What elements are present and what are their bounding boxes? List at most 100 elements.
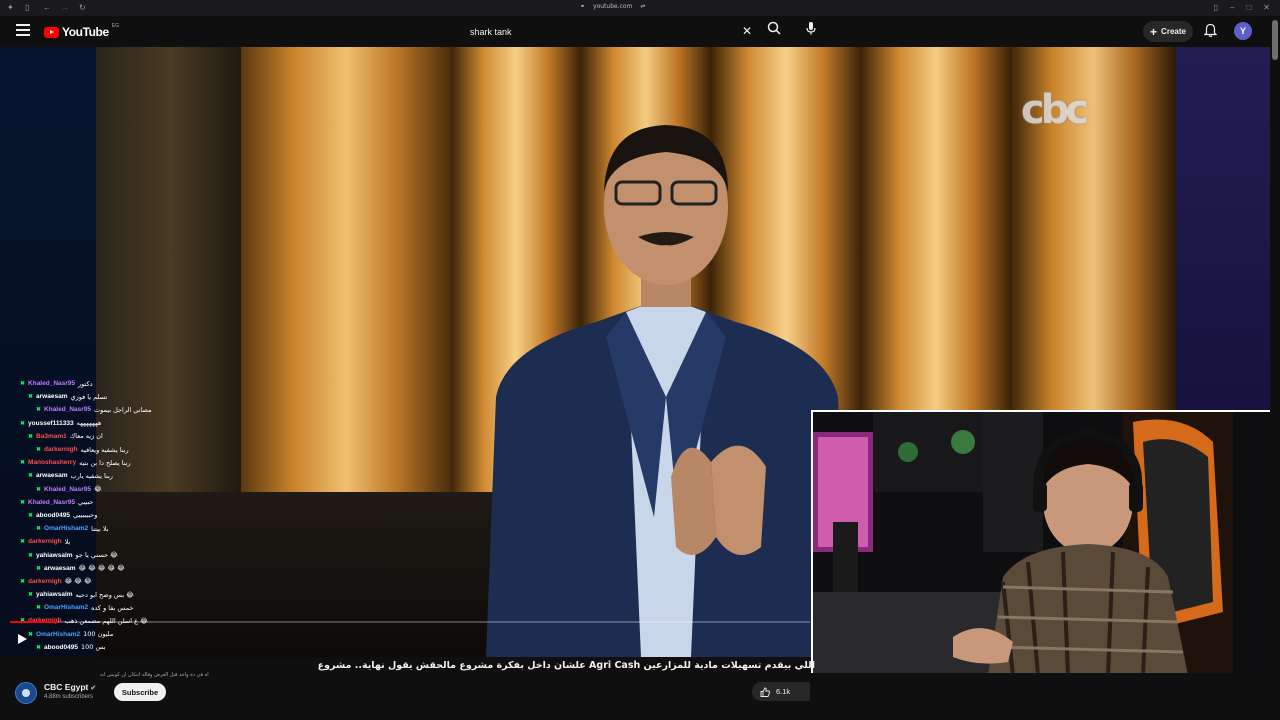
chat-username: yahiawsalm — [36, 551, 73, 559]
moderator-badge-icon: ✖ — [36, 407, 42, 414]
chat-username: OmarHisham2 — [36, 630, 81, 638]
search-input[interactable] — [462, 21, 742, 42]
moderator-badge-icon: ✖ — [36, 644, 42, 651]
moderator-badge-icon: ✖ — [28, 512, 34, 519]
chat-message: ✖ darkernigh 😂 😂 😂 — [20, 575, 240, 588]
chat-message: ✖ OmarHisham2 100 مليون — [20, 628, 240, 641]
chat-text: تسلم يا فوزي — [70, 392, 108, 401]
chat-message: ✖ Khaled_Nasr95 😂 — [20, 483, 240, 496]
chat-username: OmarHisham2 — [44, 604, 89, 612]
right-backdrop — [1176, 47, 1280, 457]
chat-text: ربنا يصلح دا بن بتيه — [79, 458, 131, 467]
moderator-badge-icon: ✖ — [20, 539, 26, 546]
microphone-icon[interactable] — [805, 21, 817, 35]
chat-username: Khaled_Nasr95 — [28, 498, 76, 506]
webcam-scene — [813, 412, 1280, 673]
moderator-badge-icon: ✖ — [20, 420, 26, 427]
chat-message: ✖ OmarHisham2 خمس بقا و كده — [20, 601, 240, 614]
forward-icon[interactable]: → — [61, 4, 69, 12]
chat-text: ربنا يشفيه يارب — [70, 471, 113, 480]
moderator-badge-icon: ✖ — [28, 433, 34, 440]
play-icon[interactable] — [16, 633, 28, 645]
presenter-figure — [486, 125, 851, 657]
chat-text: بلا — [64, 537, 71, 546]
chat-username: yahiawsalm — [36, 591, 73, 599]
chat-username: abood0495 — [44, 643, 78, 651]
address-bar[interactable]: ⚭ youtube.com ⇌ — [580, 3, 645, 10]
chat-username: OmarHisham2 — [44, 525, 89, 533]
extensions-icon[interactable]: ▯ — [1214, 3, 1218, 12]
account-avatar[interactable]: Y — [1234, 22, 1252, 40]
create-button[interactable]: + Create — [1143, 21, 1193, 42]
chat-message: ✖ Manoshasherry ربنا يصلح دا بن بتيه — [20, 456, 240, 469]
sidebar-icon[interactable]: ▯ — [25, 4, 33, 12]
browser-menu-icon[interactable]: ✦ — [7, 4, 15, 12]
clear-search-icon[interactable]: ✕ — [742, 24, 752, 38]
youtube-header: YouTube EG ✕ + Create Y — [0, 16, 1280, 47]
chat-message: ✖ Khaled_Nasr95 مصاتي الراجل بيموت — [20, 403, 240, 416]
chat-message: ✖ darkernigh ربنا يشفيه ويعافيه — [20, 443, 240, 456]
chat-text: وحبيبيييي — [73, 511, 98, 520]
search-icon[interactable] — [767, 21, 781, 35]
chat-username: youssef111333 — [28, 419, 74, 427]
moderator-badge-icon: ✖ — [36, 605, 42, 612]
channel-name[interactable]: CBC Egypt ✔ — [44, 682, 96, 692]
subscribe-button[interactable]: Subscribe — [114, 683, 166, 701]
reload-icon[interactable]: ↻ — [79, 4, 87, 12]
back-icon[interactable]: ← — [43, 4, 51, 12]
site-settings-icon[interactable]: ⚭ — [580, 3, 585, 10]
chat-username: Ba3mam1 — [36, 432, 67, 440]
channel-avatar[interactable] — [15, 682, 37, 704]
chat-message: ✖ arwaesam 😂 😂 😂 😂 😂 — [20, 562, 240, 575]
chat-text: 😂 😂 😂 — [64, 577, 92, 586]
subscriber-count: 4.88m subscribers — [44, 694, 94, 700]
progress-fill — [10, 621, 58, 623]
chat-message: ✖ youssef111333 هههههههه — [20, 417, 240, 430]
thumbs-up-icon — [760, 687, 770, 697]
chat-message: ✖ OmarHisham2 بلا بيتنا — [20, 522, 240, 535]
create-label: Create — [1161, 27, 1186, 36]
maximize-icon[interactable]: □ — [1246, 3, 1251, 12]
guide-menu-button[interactable] — [16, 24, 30, 38]
moderator-badge-icon: ✖ — [28, 552, 34, 559]
chat-username: darkernigh — [28, 577, 62, 585]
page-scrollbar[interactable] — [1270, 16, 1280, 720]
dislike-button[interactable] — [800, 682, 810, 701]
chat-username: darkernigh — [28, 538, 62, 546]
notifications-bell-icon[interactable] — [1204, 23, 1217, 38]
chat-text: بلا بيتنا — [91, 524, 109, 533]
chat-text: حبيبي — [78, 498, 94, 507]
channel-name-text: CBC Egypt — [44, 682, 89, 692]
moderator-badge-icon: ✖ — [20, 578, 26, 585]
moderator-badge-icon: ✖ — [36, 565, 42, 572]
moderator-badge-icon: ✖ — [36, 447, 42, 454]
cbc-watermark: cbc — [1021, 87, 1089, 133]
chat-text: مصاتي الراجل بيموت — [94, 405, 152, 414]
chat-message: ✖ abood0495 100 بس — [20, 641, 240, 654]
progress-bar[interactable] — [10, 621, 810, 623]
chat-text: حسني يا جو 😂 — [75, 551, 118, 560]
chat-message: ✖arwaesamازي ده مقدمة ابوه قد — [20, 654, 240, 658]
minimize-icon[interactable]: – — [1230, 3, 1234, 12]
logo-region-code: EG — [111, 23, 119, 29]
chat-username: Manoshasherry — [28, 459, 77, 467]
moderator-badge-icon: ✖ — [20, 381, 26, 388]
tune-icon[interactable]: ⇌ — [640, 3, 645, 10]
plus-icon: + — [1150, 24, 1158, 39]
chat-message: ✖ Khaled_Nasr95 حبيبي — [20, 496, 240, 509]
moderator-badge-icon: ✖ — [28, 631, 34, 638]
chat-message: ✖ darkernigh بلا — [20, 535, 240, 548]
chat-message: ✖ Khaled_Nasr95 دكتور — [20, 377, 240, 390]
chat-message: ✖ arwaesam ربنا يشفيه يارب — [20, 469, 240, 482]
youtube-logo[interactable]: YouTube EG — [44, 23, 119, 39]
moderator-badge-icon: ✖ — [28, 473, 34, 480]
youtube-play-icon — [44, 26, 59, 38]
live-chat-overlay: ✖ Khaled_Nasr95 دكتور ✖ arwaesam تسلم يا فوزي… — [20, 377, 240, 657]
chat-message: ✖ yahiawsalm بس وضح ابو دحيه 😂 — [20, 588, 240, 601]
verified-icon: ✔ — [90, 685, 97, 692]
moderator-badge-icon: ✖ — [20, 460, 26, 467]
scrollbar-thumb[interactable] — [1272, 20, 1278, 60]
close-window-icon[interactable]: ✕ — [1263, 3, 1270, 12]
chat-text: دكتور — [78, 379, 93, 388]
moderator-badge-icon: ✖ — [28, 592, 34, 599]
